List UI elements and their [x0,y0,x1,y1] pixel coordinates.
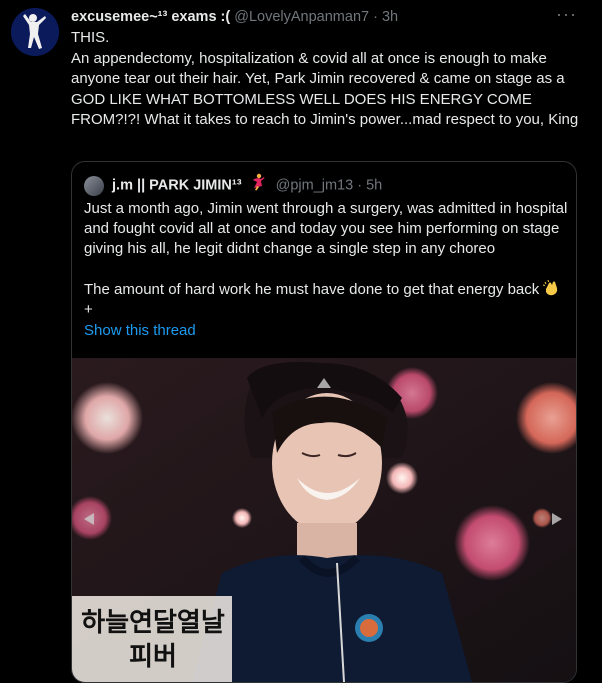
author-avatar[interactable] [11,8,59,56]
quoted-paragraph: Just a month ago, Jimin went through a s… [84,200,568,257]
separator-dot: · [357,177,363,194]
image-caption: 하늘연달열날 피버 [78,606,228,674]
tweet-text-line: An appendectomy, hospitalization & covid… [71,49,579,129]
quoted-tweet-time[interactable]: 5h [366,177,382,193]
quoted-plus: + [84,301,93,318]
quoted-author-avatar[interactable] [84,175,104,196]
author-name[interactable]: excusemee~¹³ exams :( [71,9,230,25]
tweet-time[interactable]: 3h [382,9,398,25]
quoted-tweet[interactable]: j.m || PARK JIMIN¹³ @pjm_jm13 · 5h Just … [71,161,577,683]
tweet-text: THIS. An appendectomy, hospitalization &… [71,28,583,131]
quoted-author-name[interactable]: j.m || PARK JIMIN¹³ [112,177,242,193]
quoted-tweet-header: j.m || PARK JIMIN¹³ @pjm_jm13 · 5h [84,173,382,198]
quoted-media-image[interactable]: 하늘연달열날 피버 [72,358,576,682]
author-handle[interactable]: @LovelyAnpanman7 [234,9,369,25]
image-caption-line: 하늘연달열날 [81,608,225,638]
quoted-paragraph-text: The amount of hard work he must have don… [84,281,540,298]
separator-dot: · [373,9,378,25]
dancer-emoji-icon [250,173,266,198]
tweet[interactable]: excusemee~¹³ exams :( @LovelyAnpanman7 ·… [0,0,602,683]
quoted-author-handle[interactable]: @pjm_jm13 [276,177,354,193]
show-thread-link[interactable]: Show this thread [84,322,196,339]
quoted-paragraph: The amount of hard work he must have don… [84,279,568,300]
more-options-icon[interactable]: ··· [556,5,576,26]
tweet-header: excusemee~¹³ exams :( @LovelyAnpanman7 ·… [71,7,562,27]
tweet-text-line: THIS. [71,29,110,46]
quoted-tweet-text: Just a month ago, Jimin went through a s… [84,199,568,320]
clapping-hands-icon [542,279,560,297]
